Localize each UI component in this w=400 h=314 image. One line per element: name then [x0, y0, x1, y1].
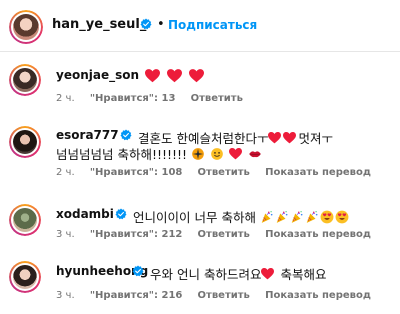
comment-text: 우와 언니 축하드려요 축복해요 — [150, 267, 327, 282]
commenter-username[interactable]: esora777 — [56, 128, 119, 142]
red-heart-icon — [145, 69, 160, 83]
party-popper-icon — [290, 210, 304, 224]
commenter-avatar[interactable] — [9, 261, 41, 293]
red-heart-icon — [261, 268, 274, 280]
commenter-avatar[interactable] — [9, 64, 41, 96]
show-translation-button[interactable]: Показать перевод — [265, 167, 371, 178]
comment-item: yeonjae_son 2 ч. "Нравится": 13 Ответить — [0, 60, 400, 120]
reply-button[interactable]: Ответить — [198, 167, 250, 178]
comment-time: 3 ч. — [56, 290, 75, 301]
verified-badge-icon — [140, 18, 152, 30]
red-heart-icon — [283, 132, 296, 144]
red-heart-icon — [167, 69, 182, 83]
show-translation-button[interactable]: Показать перевод — [265, 229, 371, 240]
comment-likes[interactable]: "Нравится": 216 — [90, 290, 183, 301]
commenter-username[interactable]: yeonjae_son — [56, 68, 139, 82]
heart-eyes-icon — [320, 210, 334, 224]
comment-text: 언니이이이 너무 축하해 — [133, 207, 350, 226]
verified-badge-icon — [115, 208, 127, 220]
heart-eyes-icon — [335, 210, 349, 224]
red-heart-icon — [229, 148, 242, 160]
reply-button[interactable]: Ответить — [198, 229, 250, 240]
verified-badge-icon — [120, 129, 132, 141]
comment-meta: 2 ч. "Нравится": 108 Ответить Показать п… — [56, 167, 383, 178]
party-popper-icon — [260, 210, 274, 224]
red-heart-icon — [268, 132, 281, 144]
commenter-username[interactable]: xodambi — [56, 207, 114, 221]
author-avatar[interactable] — [9, 10, 43, 44]
comment-item: esora777 결혼도 한예슬처럼한다ㅜ 멋져ㅜ 넘넘넘넘넘 축하해!!!!!!… — [0, 122, 400, 192]
comment-item: xodambi 언니이이이 너무 축하해 3 ч. "Нравится": 21… — [0, 200, 400, 260]
comment-text-line2: 넘넘넘넘넘 축하해!!!!!!! — [56, 144, 263, 163]
smiley-icon — [210, 147, 224, 161]
comment-likes[interactable]: "Нравится": 212 — [90, 229, 183, 240]
reply-button[interactable]: Ответить — [191, 93, 243, 104]
comment-time: 2 ч. — [56, 93, 75, 104]
show-translation-button[interactable]: Показать перевод — [265, 290, 371, 301]
party-popper-icon — [275, 210, 289, 224]
comment-item: hyunheehong 우와 언니 축하드려요 축복해요 3 ч. "Нрави… — [0, 257, 400, 314]
comment-time: 2 ч. — [56, 167, 75, 178]
comment-time: 3 ч. — [56, 229, 75, 240]
follow-button[interactable]: Подписаться — [168, 18, 257, 32]
reply-button[interactable]: Ответить — [198, 290, 250, 301]
separator-dot: • — [157, 17, 165, 32]
author-username[interactable]: han_ye_seul_ — [52, 17, 146, 32]
commenter-avatar[interactable] — [9, 126, 41, 158]
sparkle-icon — [191, 147, 205, 161]
kiss-lips-icon — [248, 147, 262, 161]
comment-likes[interactable]: "Нравится": 108 — [90, 167, 183, 178]
post-header: han_ye_seul_ • Подписаться — [0, 0, 400, 52]
comment-meta: 3 ч. "Нравится": 216 Ответить Показать п… — [56, 290, 383, 301]
verified-badge-icon — [132, 265, 144, 277]
comment-emoji-row — [145, 67, 206, 86]
comment-meta: 2 ч. "Нравится": 13 Ответить — [56, 93, 255, 104]
party-popper-icon — [305, 210, 319, 224]
comment-likes[interactable]: "Нравится": 13 — [90, 93, 176, 104]
red-heart-icon — [189, 69, 204, 83]
comment-meta: 3 ч. "Нравится": 212 Ответить Показать п… — [56, 229, 383, 240]
commenter-avatar[interactable] — [9, 204, 41, 236]
